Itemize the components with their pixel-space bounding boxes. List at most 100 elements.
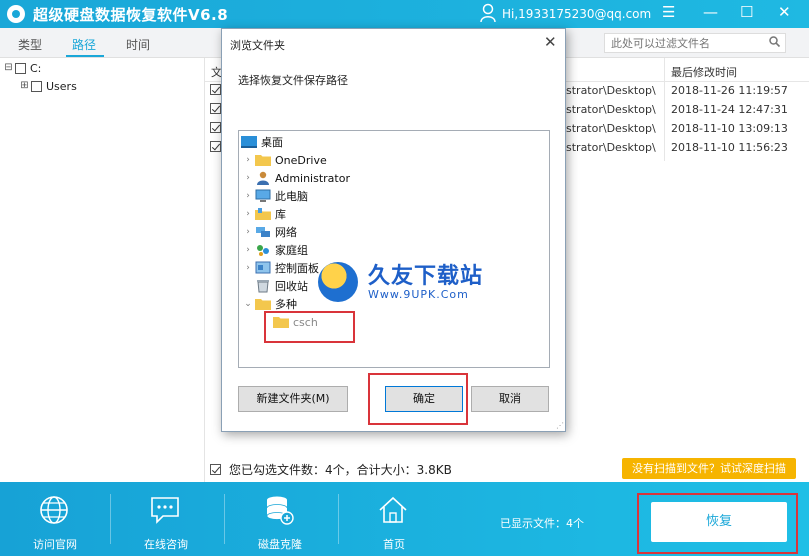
annotation-highlight-recover: [637, 493, 798, 554]
file-row-checkbox[interactable]: [210, 122, 221, 133]
folder-node-this-pc[interactable]: › 此电脑: [241, 187, 308, 205]
folder-node-label: 家庭组: [275, 244, 308, 257]
expand-arrow-icon[interactable]: ›: [241, 173, 255, 183]
annotation-highlight-ok: [368, 373, 468, 425]
file-row-checkbox[interactable]: [210, 141, 221, 152]
nav-label: 磁盘克隆: [258, 538, 302, 551]
maximize-icon[interactable]: ☐: [740, 3, 753, 21]
tree-checkbox[interactable]: [15, 63, 26, 74]
app-logo-icon: [7, 5, 25, 23]
folder-node-label: OneDrive: [275, 153, 327, 167]
new-folder-button[interactable]: 新建文件夹(M): [238, 386, 348, 412]
file-row-time: 2018-11-10 11:56:23: [671, 141, 788, 154]
control-panel-icon: [255, 261, 271, 274]
file-row-path: strator\Desktop\: [566, 141, 656, 154]
expand-arrow-icon[interactable]: ›: [241, 191, 255, 201]
nav-label: 首页: [383, 538, 405, 551]
dialog-prompt: 选择恢复文件保存路径: [238, 74, 348, 87]
menu-icon[interactable]: ☰: [662, 3, 675, 21]
search-icon[interactable]: [768, 35, 782, 49]
tree-node-label: C:: [30, 62, 42, 75]
expand-arrow-icon[interactable]: ›: [241, 209, 255, 219]
nav-online-consult[interactable]: 在线咨询: [111, 482, 221, 556]
collapse-arrow-icon[interactable]: ⌄: [241, 299, 255, 309]
user-email: Hi,1933175230@qq.com: [502, 7, 652, 21]
folder-node-network[interactable]: › 网络: [241, 223, 297, 241]
file-row-time: 2018-11-26 11:19:57: [671, 84, 788, 97]
library-icon: [255, 208, 271, 220]
tree-node-c-drive[interactable]: ⊟ C:: [4, 62, 41, 75]
active-tab-indicator: [66, 55, 104, 57]
file-row-path: strator\Desktop\: [566, 103, 656, 116]
file-row-path: strator\Desktop\: [566, 122, 656, 135]
close-icon[interactable]: ✕: [778, 3, 791, 21]
file-row-checkbox[interactable]: [210, 84, 221, 95]
expand-arrow-icon[interactable]: ›: [241, 245, 255, 255]
folder-node-recycle-bin[interactable]: 回收站: [241, 277, 308, 295]
recycle-bin-icon: [257, 280, 269, 293]
folder-node-homegroup[interactable]: › 家庭组: [241, 241, 308, 259]
folder-node-onedrive[interactable]: › OneDrive: [241, 151, 327, 169]
folder-node-administrator[interactable]: › Administrator: [241, 169, 350, 187]
file-row-path: strator\Desktop\: [566, 84, 656, 97]
globe-icon: [40, 496, 68, 524]
browse-folder-dialog: 浏览文件夹 ✕ 选择恢复文件保存路径 桌面 › OneDrive › Admin…: [221, 28, 566, 432]
tab-path[interactable]: 路径: [72, 36, 96, 53]
minimize-icon[interactable]: —: [703, 3, 718, 21]
file-row-time: 2018-11-24 12:47:31: [671, 103, 788, 116]
cancel-button[interactable]: 取消: [471, 386, 549, 412]
dialog-title: 浏览文件夹: [230, 39, 285, 52]
nav-label: 在线咨询: [144, 538, 188, 551]
user-icon: [257, 171, 269, 185]
annotation-highlight-folder: [264, 311, 355, 343]
folder-node-label: 此电脑: [275, 190, 308, 203]
app-title: 超级硬盘数据恢复软件V6.8: [33, 5, 229, 24]
folder-icon: [255, 155, 271, 166]
nav-home[interactable]: 首页: [339, 482, 449, 556]
folder-node-label: 库: [275, 208, 286, 221]
folder-node-library[interactable]: › 库: [241, 205, 286, 223]
folder-node-control-panel[interactable]: › 控制面板: [241, 259, 319, 277]
shown-files-count: 已显示文件：4个: [500, 517, 584, 530]
expand-arrow-icon[interactable]: ›: [241, 155, 255, 165]
expand-arrow-icon[interactable]: ›: [241, 227, 255, 237]
disk-clone-icon: [266, 496, 294, 525]
computer-icon: [255, 189, 271, 202]
nav-label: 访问官网: [33, 538, 77, 551]
file-row-checkbox[interactable]: [210, 103, 221, 114]
file-row-time: 2018-11-10 13:09:13: [671, 122, 788, 135]
network-icon: [256, 227, 270, 237]
desktop-icon: [241, 136, 257, 148]
tab-time[interactable]: 时间: [126, 36, 150, 53]
column-divider: [664, 58, 665, 161]
expand-icon[interactable]: ⊞: [20, 81, 29, 91]
user-icon[interactable]: [480, 3, 496, 23]
title-bar: 超级硬盘数据恢复软件V6.8 Hi,1933175230@qq.com ☰ — …: [0, 0, 809, 28]
folder-node-label: 多种: [275, 298, 297, 311]
tree-checkbox[interactable]: [31, 81, 42, 92]
nav-visit-website[interactable]: 访问官网: [0, 482, 110, 556]
folder-node-desktop[interactable]: 桌面: [241, 133, 283, 151]
chat-icon: [151, 497, 179, 524]
folder-icon: [255, 299, 271, 310]
directory-tree: ⊟ C: ⊞ Users: [0, 58, 205, 483]
expand-arrow-icon[interactable]: ›: [241, 263, 255, 273]
nav-disk-clone[interactable]: 磁盘克隆: [225, 482, 335, 556]
resize-grip-icon[interactable]: ⋰: [556, 421, 564, 430]
header-modified-time[interactable]: 最后修改时间: [671, 64, 737, 80]
folder-node-label: 网络: [275, 226, 297, 239]
homegroup-icon: [257, 245, 269, 256]
home-icon: [379, 496, 407, 523]
dialog-close-icon[interactable]: ✕: [544, 33, 557, 51]
tree-node-label: Users: [46, 80, 77, 93]
folder-node-label: 桌面: [261, 136, 283, 149]
collapse-icon[interactable]: ⊟: [4, 63, 13, 73]
select-all-checkbox[interactable]: [210, 463, 221, 475]
tree-node-users[interactable]: ⊞ Users: [20, 80, 77, 93]
folder-node-label: 控制面板: [275, 262, 319, 275]
deep-scan-button[interactable]: 没有扫描到文件？试试深度扫描: [622, 458, 796, 479]
tab-type[interactable]: 类型: [18, 36, 42, 53]
filename-filter-input[interactable]: [604, 33, 786, 53]
selection-summary: 您已勾选文件数：4个，合计大小：3.8KB: [229, 462, 452, 477]
folder-node-label: Administrator: [275, 171, 350, 185]
